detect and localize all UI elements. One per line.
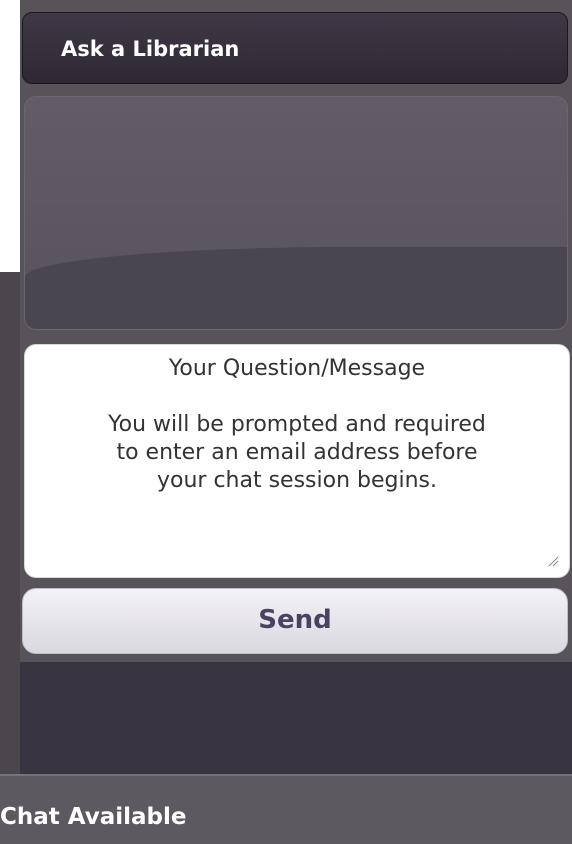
message-placeholder: Your Question/Message You will be prompt… bbox=[33, 355, 561, 495]
left-edge bbox=[0, 0, 20, 844]
resize-grip-icon[interactable] bbox=[547, 555, 559, 567]
lower-panel bbox=[20, 662, 572, 774]
chat-widget: Ask a Librarian Your Question/Message Yo… bbox=[0, 0, 572, 844]
message-heading: Your Question/Message bbox=[168, 356, 426, 381]
chat-transcript-panel bbox=[24, 96, 568, 330]
chat-status: Chat Available bbox=[0, 804, 187, 830]
left-edge-lower bbox=[0, 272, 20, 844]
header-title: Ask a Librarian bbox=[61, 37, 240, 61]
notice-line: to enter an email address before bbox=[116, 440, 478, 465]
notice-line: your chat session begins. bbox=[156, 468, 437, 493]
panel-gloss bbox=[25, 247, 567, 329]
left-edge-upper bbox=[0, 0, 20, 272]
message-textarea[interactable]: Your Question/Message You will be prompt… bbox=[24, 344, 570, 578]
status-bar: Chat Available bbox=[0, 774, 572, 844]
widget-header: Ask a Librarian bbox=[22, 12, 568, 84]
placeholder-gap bbox=[33, 383, 561, 411]
notice-line: You will be prompted and required bbox=[108, 412, 486, 437]
send-button[interactable]: Send bbox=[22, 588, 568, 654]
